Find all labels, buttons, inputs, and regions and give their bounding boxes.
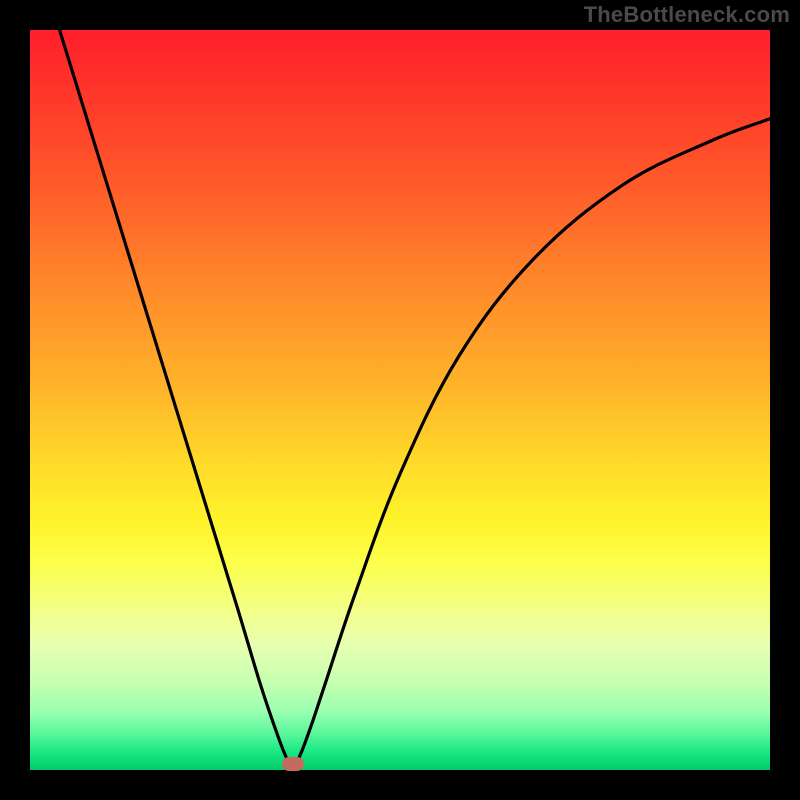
curve-svg [30, 30, 770, 770]
bottleneck-curve-path [60, 30, 770, 766]
chart-frame: TheBottleneck.com [0, 0, 800, 800]
watermark-text: TheBottleneck.com [584, 2, 790, 28]
plot-area [30, 30, 770, 770]
optimum-marker [282, 757, 304, 771]
